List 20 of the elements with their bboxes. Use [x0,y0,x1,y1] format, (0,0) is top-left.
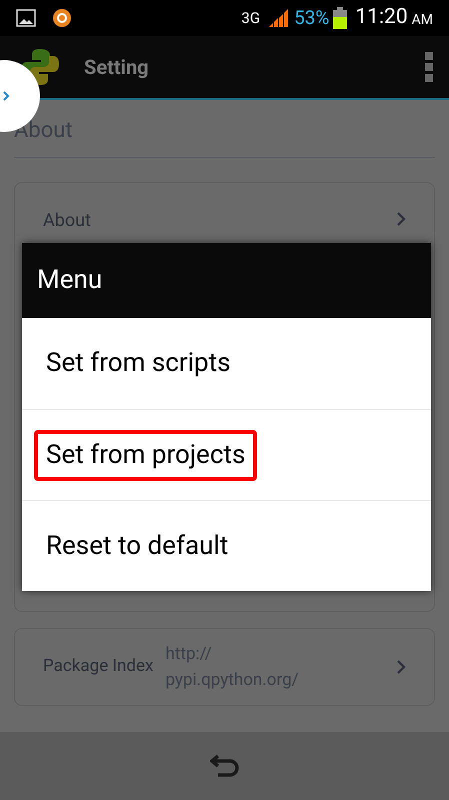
screen-title: Setting [84,54,149,81]
menu-item[interactable]: Set from scripts [34,338,243,389]
setting-label: Package Index [43,655,154,678]
network-type: 3G [241,8,260,29]
dialog-title: Menu [37,264,102,297]
battery-percent: 53% [294,4,330,31]
overflow-menu-icon[interactable] [425,52,433,82]
image-icon [16,9,36,27]
ring-icon [52,8,72,28]
back-icon[interactable] [210,752,240,780]
clock-time: 11:20 [355,4,408,32]
menu-item[interactable]: Reset to default [34,520,240,572]
chevron-right-icon [396,211,406,227]
menu-item[interactable]: Set from projects [34,430,258,480]
clock-ampm: AM [412,10,433,30]
setting-label: About [43,209,92,233]
signal-icon [268,8,290,28]
chevron-right-icon [2,90,10,102]
chevron-right-icon [396,659,406,675]
battery-icon [333,7,348,29]
